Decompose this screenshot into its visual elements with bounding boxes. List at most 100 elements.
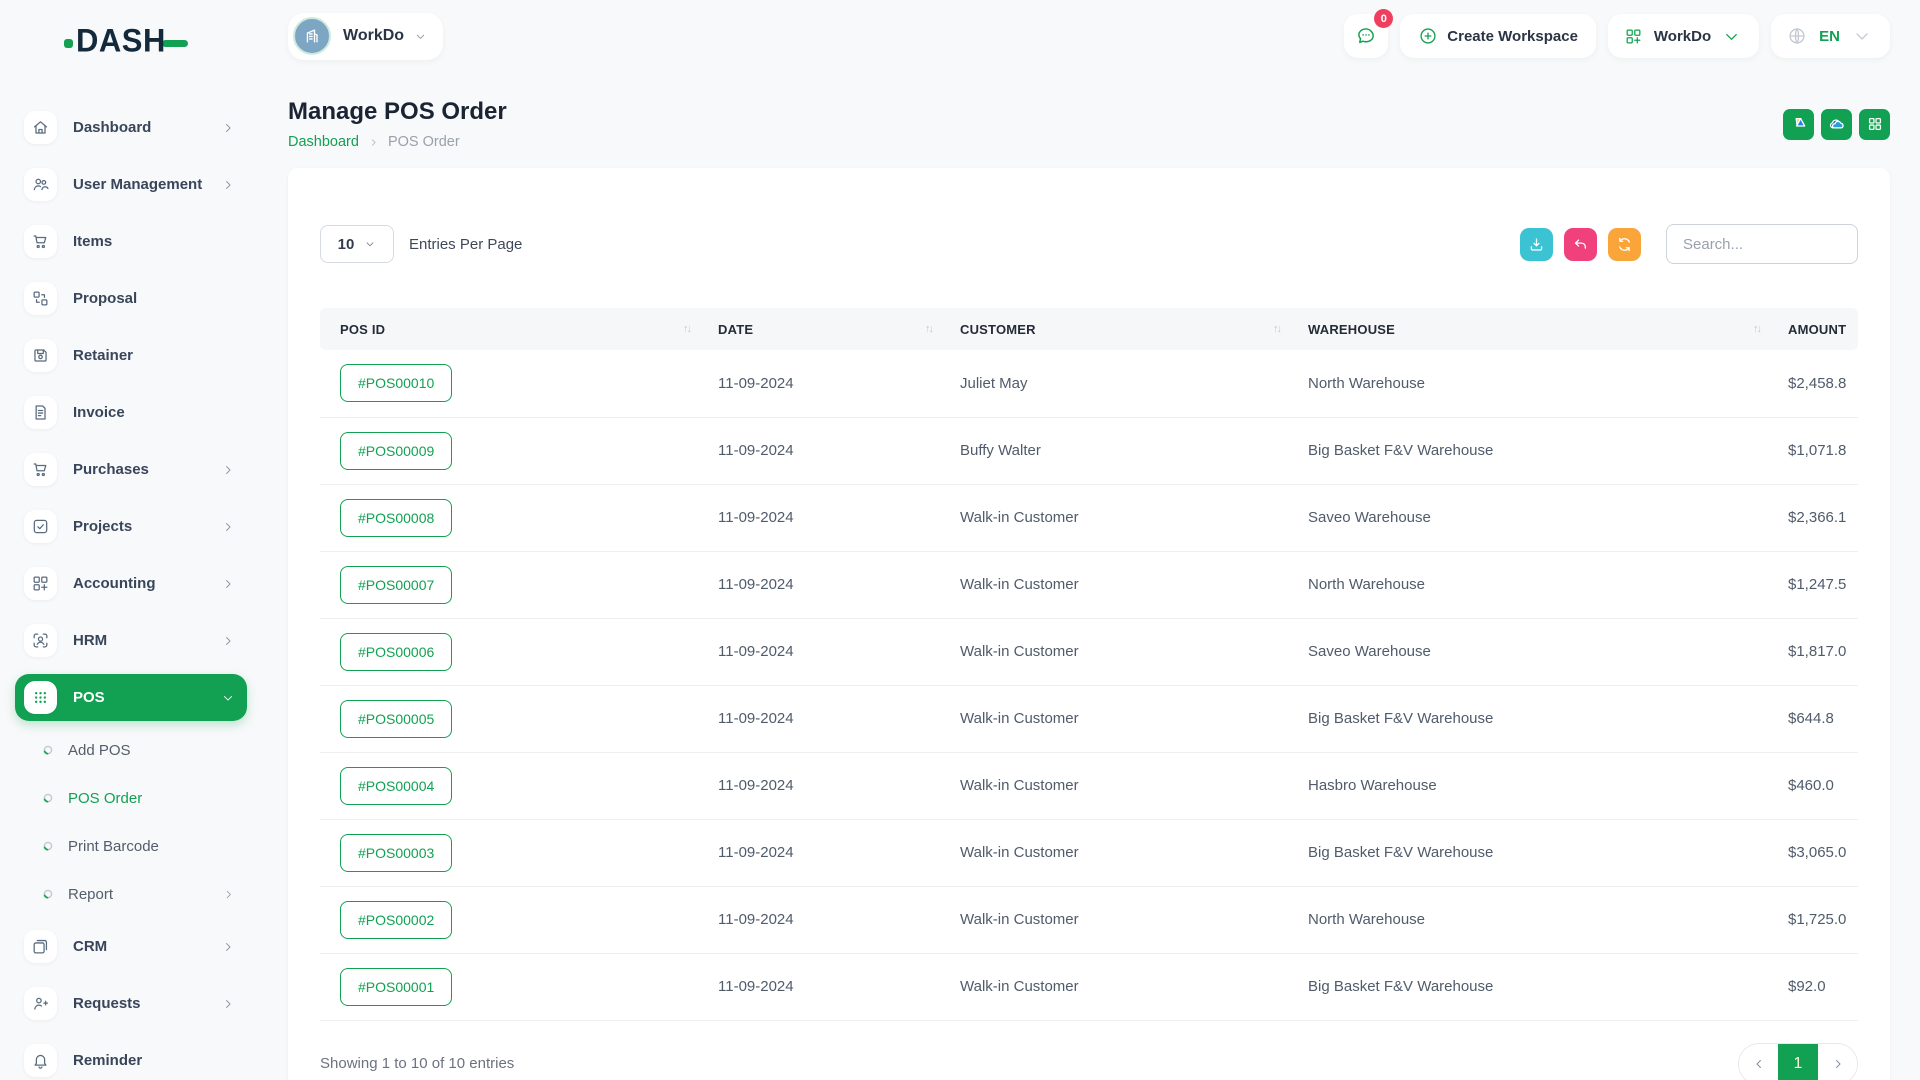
column-header-pos-id[interactable]: POS ID↑↓ [320, 308, 698, 350]
sidebar-item-hrm[interactable]: HRM [15, 617, 247, 664]
table-row: #POS0001011-09-2024Juliet MayNorth Wareh… [320, 350, 1858, 417]
sidebar-subitem-report[interactable]: Report [15, 875, 247, 913]
table-row: #POS0000111-09-2024Walk-in CustomerBig B… [320, 953, 1858, 1020]
sidebar-subitem-pos-order[interactable]: POS Order [15, 779, 247, 817]
pos-id-badge[interactable]: #POS00003 [340, 834, 452, 872]
chat-icon [1355, 25, 1377, 47]
pagination-page-1[interactable]: 1 [1778, 1043, 1818, 1080]
pos-id-badge[interactable]: #POS00001 [340, 968, 452, 1006]
amount-cell: $3,065.0 [1768, 819, 1858, 886]
sidebar-item-invoice[interactable]: Invoice [15, 389, 247, 436]
main-area: WorkDo 0 Create Workspace WorkDo EN [265, 0, 1920, 1080]
sidebar-item-crm[interactable]: CRM [15, 923, 247, 970]
brand-logo[interactable]: DASH [64, 24, 265, 58]
workspace-menu-label: WorkDo [1654, 28, 1711, 45]
onedrive-button[interactable] [1821, 109, 1852, 140]
sidebar-item-accounting[interactable]: Accounting [15, 560, 247, 607]
sidebar-item-dashboard[interactable]: Dashboard [15, 104, 247, 151]
apps-grid-button[interactable] [1859, 109, 1890, 140]
workspace-menu-button[interactable]: WorkDo [1608, 14, 1759, 58]
bullet-icon [42, 840, 54, 852]
onedrive-icon [1828, 115, 1846, 133]
customer-cell: Walk-in Customer [940, 953, 1288, 1020]
workspace-selector[interactable]: WorkDo [288, 13, 443, 60]
undo-button[interactable] [1564, 228, 1597, 261]
topbar: WorkDo 0 Create Workspace WorkDo EN [288, 0, 1890, 72]
refresh-button[interactable] [1608, 228, 1641, 261]
column-header-customer[interactable]: CUSTOMER↑↓ [940, 308, 1288, 350]
grid-plus-icon [1624, 27, 1643, 46]
sidebar-item-label: POS [73, 689, 221, 706]
date-cell: 11-09-2024 [698, 551, 940, 618]
language-label: EN [1819, 28, 1840, 45]
pagination-prev-button[interactable] [1739, 1043, 1778, 1080]
messages-button[interactable]: 0 [1344, 14, 1388, 58]
chevron-right-icon [221, 520, 235, 534]
sidebar-item-purchases[interactable]: Purchases [15, 446, 247, 493]
sidebar-subitem-add-pos[interactable]: Add POS [15, 731, 247, 769]
page-title: Manage POS Order [288, 98, 507, 126]
sidebar-item-retainer[interactable]: Retainer [15, 332, 247, 379]
table-row: #POS0000611-09-2024Walk-in CustomerSaveo… [320, 618, 1858, 685]
breadcrumb-current: POS Order [388, 134, 460, 150]
swap-squares-icon [24, 282, 57, 315]
showing-entries-text: Showing 1 to 10 of 10 entries [320, 1055, 514, 1072]
sidebar-item-label: User Management [73, 176, 221, 193]
entries-per-page-select[interactable]: 10 [320, 225, 394, 263]
customer-cell: Walk-in Customer [940, 886, 1288, 953]
chevron-down-icon [1852, 26, 1872, 46]
sidebar-item-items[interactable]: Items [15, 218, 247, 265]
table-row: #POS0000511-09-2024Walk-in CustomerBig B… [320, 685, 1858, 752]
pagination: 1 [1738, 1043, 1858, 1080]
warehouse-cell: Big Basket F&V Warehouse [1288, 953, 1768, 1020]
sidebar-item-user-management[interactable]: User Management [15, 161, 247, 208]
sidebar-item-requests[interactable]: Requests [15, 980, 247, 1027]
user-focus-icon [24, 624, 57, 657]
pagination-next-button[interactable] [1818, 1043, 1857, 1080]
google-drive-button[interactable] [1783, 109, 1814, 140]
table-row: #POS0000811-09-2024Walk-in CustomerSaveo… [320, 484, 1858, 551]
download-button[interactable] [1520, 228, 1553, 261]
pos-id-badge[interactable]: #POS00010 [340, 364, 452, 402]
sidebar-item-label: HRM [73, 632, 221, 649]
sidebar-subitem-label: POS Order [68, 790, 235, 807]
create-workspace-button[interactable]: Create Workspace [1400, 14, 1596, 58]
chevron-left-icon [1752, 1057, 1766, 1071]
warehouse-cell: Saveo Warehouse [1288, 484, 1768, 551]
amount-cell: $1,071.8 [1768, 417, 1858, 484]
floppy-icon [24, 339, 57, 372]
pos-id-badge[interactable]: #POS00004 [340, 767, 452, 805]
globe-icon [1787, 26, 1807, 46]
search-input[interactable] [1666, 224, 1858, 264]
pos-id-badge[interactable]: #POS00007 [340, 566, 452, 604]
column-header-date[interactable]: DATE↑↓ [698, 308, 940, 350]
sidebar-item-label: Dashboard [73, 119, 221, 136]
warehouse-cell: Big Basket F&V Warehouse [1288, 819, 1768, 886]
create-workspace-label: Create Workspace [1447, 28, 1578, 45]
sidebar-item-label: Reminder [73, 1052, 235, 1069]
sidebar-item-pos[interactable]: POS [15, 674, 247, 721]
customer-cell: Walk-in Customer [940, 484, 1288, 551]
language-selector[interactable]: EN [1771, 14, 1890, 58]
column-header-warehouse[interactable]: WAREHOUSE↑↓ [1288, 308, 1768, 350]
sidebar-subitem-print-barcode[interactable]: Print Barcode [15, 827, 247, 865]
users-icon [24, 168, 57, 201]
sidebar-item-label: Purchases [73, 461, 221, 478]
pos-id-badge[interactable]: #POS00006 [340, 633, 452, 671]
pos-id-badge[interactable]: #POS00009 [340, 432, 452, 470]
sidebar-item-reminder[interactable]: Reminder [15, 1037, 247, 1080]
grid-plus-icon [24, 567, 57, 600]
sidebar-item-proposal[interactable]: Proposal [15, 275, 247, 322]
sidebar-item-label: Accounting [73, 575, 221, 592]
breadcrumb-dashboard-link[interactable]: Dashboard [288, 134, 359, 150]
column-label: POS ID [340, 322, 385, 337]
sidebar-item-label: Proposal [73, 290, 235, 307]
pos-id-badge[interactable]: #POS00002 [340, 901, 452, 939]
undo-icon [1572, 236, 1589, 253]
pos-id-badge[interactable]: #POS00005 [340, 700, 452, 738]
sidebar-item-projects[interactable]: Projects [15, 503, 247, 550]
customer-cell: Walk-in Customer [940, 618, 1288, 685]
date-cell: 11-09-2024 [698, 350, 940, 417]
chevron-right-icon [221, 940, 235, 954]
pos-id-badge[interactable]: #POS00008 [340, 499, 452, 537]
